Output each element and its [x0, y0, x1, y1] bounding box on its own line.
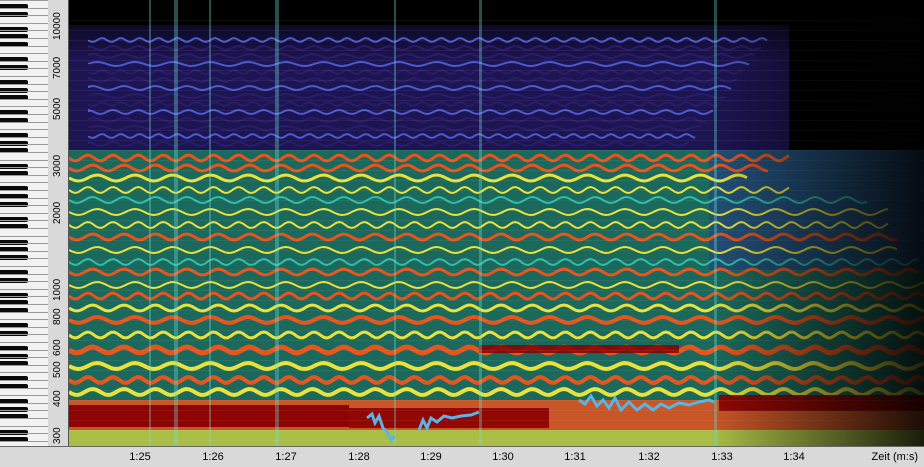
piano-white-key-border [0, 296, 48, 298]
spectrogram-view[interactable] [69, 0, 924, 446]
time-tick-1-33: 1:33 [711, 451, 733, 463]
piano-white-key-border [0, 53, 48, 55]
piano-white-key-border [0, 319, 48, 321]
freq-tick-400: 400 [52, 390, 63, 407]
piano-white-key-border [0, 243, 48, 245]
piano-white-key-border [0, 357, 48, 359]
piano-white-key-border [0, 30, 48, 32]
piano-white-key-border [0, 258, 48, 260]
time-tick-1-26: 1:26 [202, 451, 224, 463]
piano-white-key-border [0, 205, 48, 207]
piano-white-key-border [0, 45, 48, 47]
piano-white-key-border [0, 410, 48, 412]
freq-tick-2000: 2000 [52, 201, 63, 224]
piano-white-key-border [0, 76, 48, 77]
spectrogram-window: 300 400 500 600 800 1000 2000 3000 5000 … [0, 0, 924, 467]
axis-corner [0, 446, 69, 467]
piano-white-key-border [0, 273, 48, 275]
piano-white-key-border [0, 0, 48, 1]
piano-white-key-border [0, 91, 48, 93]
piano-white-key-border [0, 121, 48, 123]
piano-white-key-border [0, 60, 48, 62]
time-axis: 1:25 1:26 1:27 1:28 1:29 1:30 1:31 1:32 … [69, 446, 924, 467]
piano-white-key-border [0, 372, 48, 374]
piano-white-key-border [0, 144, 48, 146]
piano-white-key-border [0, 98, 48, 100]
time-tick-1-32: 1:32 [638, 451, 660, 463]
right-fade [69, 0, 924, 446]
piano-white-key-border [0, 197, 48, 199]
time-tick-1-31: 1:31 [564, 451, 586, 463]
piano-white-key-border [0, 250, 48, 252]
piano-white-key-border [0, 364, 48, 366]
piano-white-key-border [0, 106, 48, 108]
piano-keyboard[interactable] [0, 0, 49, 446]
piano-white-key-border [0, 281, 48, 283]
piano-white-key-border [0, 387, 48, 389]
frequency-axis: 300 400 500 600 800 1000 2000 3000 5000 … [48, 0, 69, 446]
piano-white-key-border [0, 326, 48, 328]
piano-white-key-border [0, 129, 48, 131]
piano-white-key-border [0, 334, 48, 336]
piano-white-key-border [0, 235, 48, 237]
piano-white-key-border [0, 152, 48, 153]
piano-white-key-border [0, 380, 48, 381]
piano-white-key-border [0, 83, 48, 85]
piano-white-key-border [0, 15, 48, 17]
piano-white-key-border [0, 114, 48, 115]
time-tick-1-27: 1:27 [275, 451, 297, 463]
time-axis-title: Zeit (m:s) [871, 451, 918, 463]
piano-white-key-border [0, 311, 48, 313]
piano-white-key-border [0, 342, 48, 343]
piano-white-key-border [0, 68, 48, 70]
freq-tick-1000: 1000 [52, 278, 63, 301]
freq-tick-500: 500 [52, 361, 63, 378]
piano-white-key-border [0, 228, 48, 229]
freq-tick-5000: 5000 [52, 97, 63, 120]
time-tick-1-29: 1:29 [420, 451, 442, 463]
piano-white-key-border [0, 395, 48, 397]
time-tick-1-34: 1:34 [783, 451, 805, 463]
piano-white-key-border [0, 167, 48, 169]
piano-white-key-border [0, 220, 48, 222]
piano-white-key-border [0, 349, 48, 351]
piano-white-key-border [0, 418, 48, 419]
piano-white-key-border [0, 136, 48, 138]
piano-white-key-border [0, 440, 48, 442]
piano-white-key-border [0, 174, 48, 176]
piano-white-key-border [0, 425, 48, 427]
piano-white-key-border [0, 266, 48, 267]
time-tick-1-28: 1:28 [348, 451, 370, 463]
piano-white-key-border [0, 304, 48, 305]
freq-tick-800: 800 [52, 308, 63, 325]
piano-white-key-border [0, 212, 48, 214]
time-tick-1-25: 1:25 [129, 451, 151, 463]
freq-tick-3000: 3000 [52, 154, 63, 177]
time-tick-1-30: 1:30 [492, 451, 514, 463]
piano-white-key-border [0, 182, 48, 184]
piano-white-key-border [0, 7, 48, 9]
piano-white-key-border [0, 159, 48, 161]
piano-white-key-border [0, 433, 48, 435]
freq-tick-300: 300 [52, 427, 63, 444]
freq-tick-7000: 7000 [52, 56, 63, 79]
piano-white-key-border [0, 288, 48, 290]
spectrogram-canvas [69, 0, 924, 446]
piano-white-key-border [0, 22, 48, 24]
freq-tick-600: 600 [52, 339, 63, 356]
freq-tick-10000: 10000 [52, 12, 63, 40]
piano-white-key-border [0, 190, 48, 191]
piano-white-key-border [0, 38, 48, 39]
piano-white-key-border [0, 402, 48, 404]
